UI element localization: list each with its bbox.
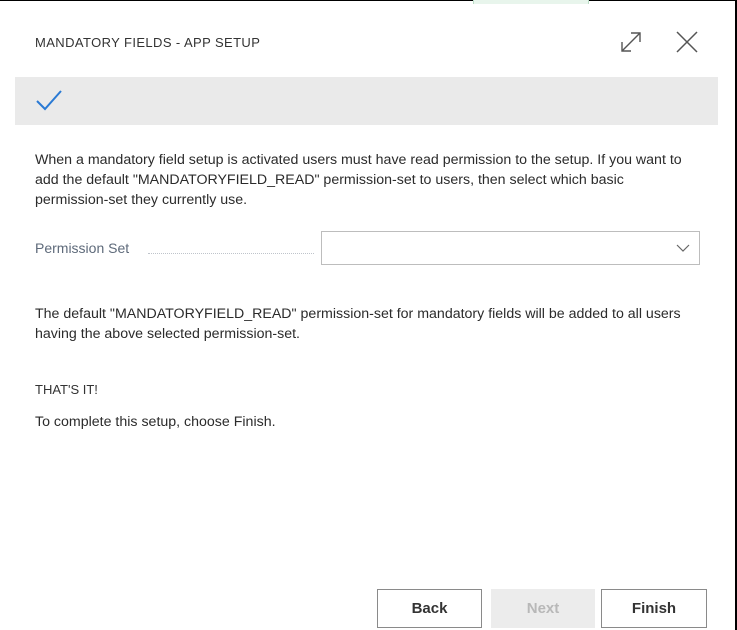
permission-set-label: Permission Set — [35, 240, 130, 256]
close-button[interactable] — [673, 28, 701, 56]
status-banner — [15, 77, 718, 125]
field-leader-dots — [148, 253, 314, 254]
expand-icon — [621, 32, 641, 52]
completion-heading: THAT'S IT! — [35, 382, 98, 397]
checkmark-icon — [36, 90, 62, 111]
info-paragraph: The default "MANDATORYFIELD_READ" permis… — [35, 306, 681, 342]
dialog-title: MANDATORY FIELDS - APP SETUP — [35, 35, 261, 50]
completion-text: To complete this setup, choose Finish. — [35, 414, 276, 430]
next-button[interactable]: Next — [491, 589, 595, 628]
back-button[interactable]: Back — [377, 589, 482, 628]
intro-paragraph: When a mandatory field setup is activate… — [35, 152, 682, 208]
dialog-header: MANDATORY FIELDS - APP SETUP — [0, 1, 735, 77]
finish-button[interactable]: Finish — [601, 589, 707, 628]
expand-button[interactable] — [617, 28, 645, 56]
permission-set-dropdown[interactable] — [321, 231, 700, 265]
chevron-down-icon — [676, 244, 690, 252]
close-icon — [676, 31, 698, 53]
